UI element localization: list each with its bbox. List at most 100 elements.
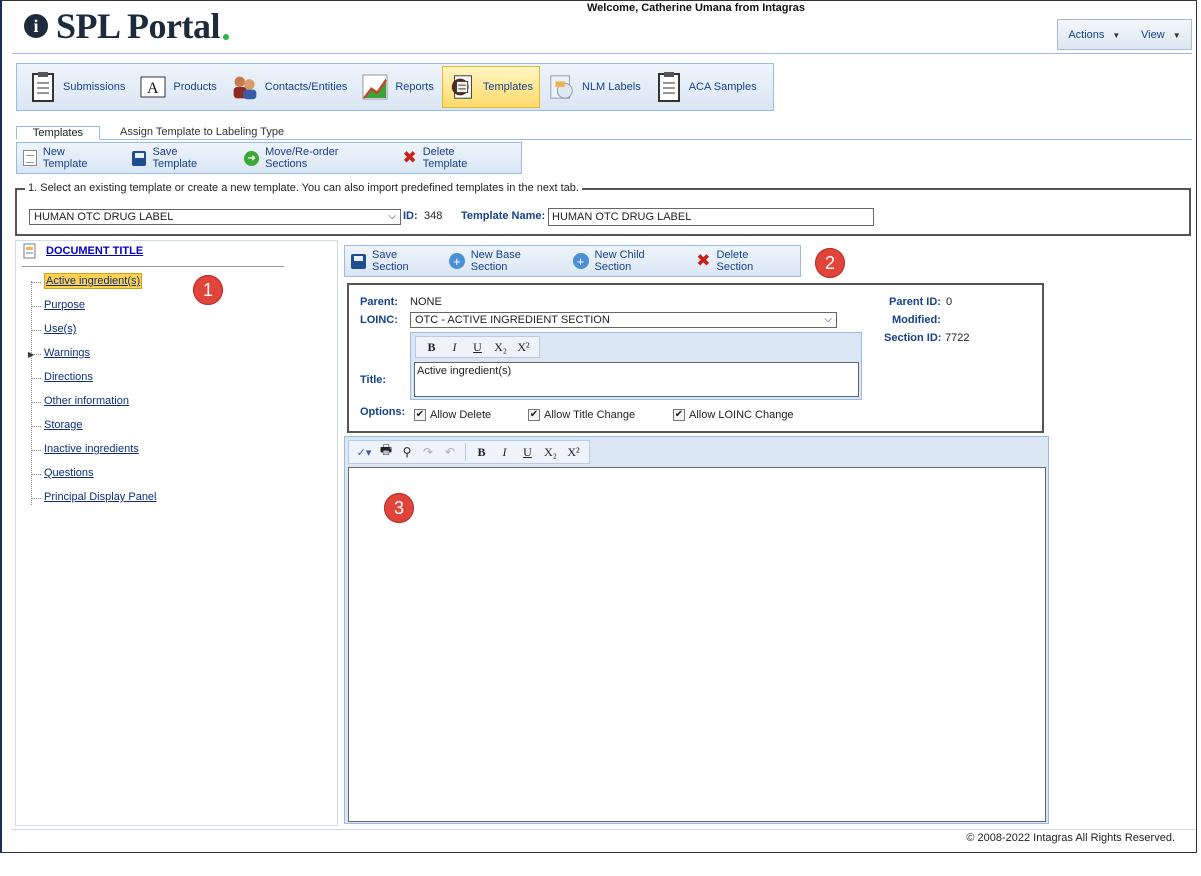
subscript-button[interactable]: X₂: [489, 340, 512, 355]
id-value: 348: [424, 210, 443, 222]
allow-delete-option[interactable]: ✔ Allow Delete: [414, 409, 491, 421]
new-base-section-button[interactable]: + New Base Section: [448, 249, 561, 273]
checkbox-checked-icon[interactable]: ✔: [528, 409, 540, 421]
main-toolbar: Submissions A Products Contacts/Entities…: [16, 63, 774, 111]
loinc-select[interactable]: OTC - ACTIVE INGREDIENT SECTION ⌵: [410, 312, 837, 328]
nav-reports[interactable]: Reports: [355, 66, 440, 108]
nav-products[interactable]: A Products: [133, 66, 222, 108]
modified-label: Modified:: [892, 314, 941, 326]
tree-item-label[interactable]: Questions: [44, 467, 94, 479]
delete-template-button[interactable]: ✖ Delete Template: [402, 146, 501, 170]
nav-products-label: Products: [173, 81, 217, 93]
document-title-link[interactable]: DOCUMENT TITLE: [46, 245, 143, 257]
subtab-bar: Templates Assign Template to Labeling Ty…: [16, 126, 1192, 140]
nav-aca-samples-label: ACA Samples: [688, 81, 757, 93]
actions-view-box: Actions ▼ View ▼: [1057, 19, 1192, 50]
nav-nlm-labels[interactable]: NLM Labels: [542, 66, 647, 108]
editor-body[interactable]: [348, 467, 1046, 822]
underline-button[interactable]: U: [516, 445, 539, 460]
nav-templates-label: Templates: [482, 81, 533, 93]
loinc-select-value: OTC - ACTIVE INGREDIENT SECTION: [415, 314, 610, 326]
tree-item-label[interactable]: Active ingredient(s): [44, 273, 143, 289]
delete-section-button[interactable]: ✖ Delete Section: [696, 249, 788, 273]
new-template-label: New Template: [42, 146, 88, 170]
section-id-value: 7722: [945, 332, 970, 344]
allow-loinc-change-option[interactable]: ✔ Allow LOINC Change: [673, 409, 794, 421]
new-child-section-label: New Child Section: [594, 249, 645, 273]
tree-item-label[interactable]: Purpose: [44, 299, 85, 311]
expand-arrow-icon[interactable]: ▶: [28, 350, 34, 359]
nav-templates[interactable]: Templates: [441, 66, 540, 108]
tab-assign-template[interactable]: Assign Template to Labeling Type: [112, 126, 292, 140]
nav-submissions[interactable]: Submissions: [23, 66, 131, 108]
italic-button[interactable]: I: [443, 340, 466, 355]
footer-divider: [12, 829, 1195, 830]
italic-button[interactable]: I: [493, 445, 516, 460]
save-section-button[interactable]: Save Section: [351, 249, 437, 273]
tree-item-other-information[interactable]: Other information: [28, 395, 157, 419]
tree-item-label[interactable]: Inactive ingredients: [44, 443, 139, 455]
templates-icon: [451, 75, 472, 99]
save-template-label: Save Template: [152, 146, 198, 170]
move-sections-button[interactable]: ➜ Move/Re-order Sections: [244, 146, 382, 170]
tree-item-uses[interactable]: Use(s): [28, 323, 157, 347]
bold-button[interactable]: B: [420, 340, 443, 355]
tree-item-active-ingredients[interactable]: Active ingredient(s): [28, 273, 157, 299]
superscript-button[interactable]: X²: [512, 340, 535, 355]
parent-id-value: 0: [946, 296, 953, 308]
spellcheck-icon[interactable]: ✓▾: [353, 446, 375, 459]
chevron-down-icon: ▼: [1112, 30, 1121, 40]
superscript-button[interactable]: X²: [562, 445, 585, 460]
find-icon[interactable]: ⚲: [397, 445, 417, 459]
tree-item-label[interactable]: Use(s): [44, 323, 76, 335]
tree-item-label[interactable]: Other information: [44, 395, 129, 407]
nav-contacts[interactable]: Contacts/Entities: [225, 66, 354, 108]
tree-item-label[interactable]: Principal Display Panel: [44, 491, 157, 503]
labels-icon: [550, 75, 573, 99]
actions-menu[interactable]: Actions ▼: [1068, 29, 1120, 41]
subscript-button[interactable]: X₂: [539, 445, 562, 460]
undo-icon[interactable]: ↶: [439, 445, 461, 459]
tree-item-purpose[interactable]: Purpose: [28, 299, 157, 323]
info-icon: i: [24, 14, 48, 38]
tab-templates[interactable]: Templates: [16, 126, 100, 140]
new-child-section-button[interactable]: + New Child Section: [572, 249, 685, 273]
editor-toolbar: ✓▾ 🖶 ⚲ ↷ ↶ B I U X₂ X²: [348, 440, 590, 464]
template-select[interactable]: HUMAN OTC DRUG LABEL ⌵: [29, 209, 401, 225]
tree-item-questions[interactable]: Questions: [28, 467, 157, 491]
allow-title-change-option[interactable]: ✔ Allow Title Change: [528, 409, 635, 421]
callout-badge-3: 3: [384, 493, 414, 523]
save-icon: [351, 253, 366, 269]
document-title-node[interactable]: DOCUMENT TITLE: [22, 243, 143, 259]
view-menu[interactable]: View ▼: [1141, 29, 1181, 41]
underline-button[interactable]: U: [466, 340, 489, 355]
template-toolbar: New Template Save Template ➜ Move/Re-orde…: [16, 142, 522, 174]
arrow-right-icon: ➜: [244, 150, 260, 166]
allow-title-change-label: Allow Title Change: [544, 409, 636, 421]
tree-item-label[interactable]: Storage: [44, 419, 83, 431]
checkbox-checked-icon[interactable]: ✔: [414, 409, 426, 421]
view-label: View: [1141, 28, 1165, 41]
delete-template-label: Delete Template: [422, 146, 468, 170]
plus-circle-icon: +: [572, 253, 589, 269]
tree-item-principal-display-panel[interactable]: Principal Display Panel: [28, 491, 157, 515]
tree-item-label[interactable]: Directions: [44, 371, 93, 383]
nav-aca-samples[interactable]: ACA Samples: [649, 66, 763, 108]
template-name-input[interactable]: HUMAN OTC DRUG LABEL: [548, 208, 874, 226]
tree-item-inactive-ingredients[interactable]: Inactive ingredients: [28, 443, 157, 467]
section-toolbar: Save Section + New Base Section + New Chil…: [344, 245, 801, 277]
title-textarea[interactable]: Active ingredient(s): [414, 362, 859, 397]
print-icon[interactable]: 🖶: [375, 441, 397, 463]
tree-item-directions[interactable]: Directions: [28, 371, 157, 395]
tree-item-label[interactable]: Warnings: [44, 347, 90, 359]
new-template-button[interactable]: New Template: [23, 146, 112, 170]
tree-item-storage[interactable]: Storage: [28, 419, 157, 443]
tree-item-warnings[interactable]: ▶ Warnings: [28, 347, 157, 371]
checkbox-checked-icon[interactable]: ✔: [673, 409, 685, 421]
chart-icon: [362, 74, 388, 100]
id-label: ID:: [403, 210, 418, 222]
bold-button[interactable]: B: [470, 445, 493, 460]
redo-icon[interactable]: ↷: [417, 445, 439, 459]
welcome-text: Welcome, Catherine Umana from Intagras: [586, 2, 806, 14]
save-template-button[interactable]: Save Template: [131, 146, 225, 170]
